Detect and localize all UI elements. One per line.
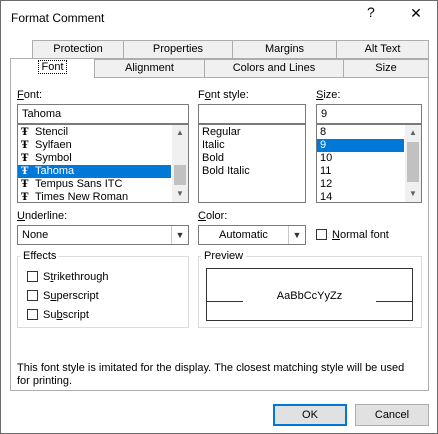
color-label: Color:	[198, 210, 228, 222]
font-style-list[interactable]: Regular Italic Bold Bold Italic	[198, 124, 306, 203]
truetype-font-icon: Ŧ	[21, 179, 29, 190]
subscript-label: Subscript	[43, 309, 89, 321]
truetype-font-icon: Ŧ	[21, 153, 29, 164]
tab-protection[interactable]: Protection	[32, 40, 124, 59]
preview-box: AaBbCcYyZz	[206, 268, 413, 321]
truetype-font-icon: Ŧ	[21, 166, 29, 177]
size-input[interactable]: 9	[316, 104, 422, 124]
preview-sample: AaBbCcYyZz	[276, 290, 343, 302]
scroll-thumb[interactable]	[407, 142, 419, 182]
tab-colors-and-lines[interactable]: Colors and Lines	[204, 59, 344, 78]
scroll-thumb[interactable]	[174, 165, 186, 185]
list-item[interactable]: Bold	[199, 152, 305, 165]
truetype-font-icon: Ŧ	[21, 140, 29, 151]
size-list[interactable]: 8 9 10 11 12 14 ▲ ▼	[316, 124, 422, 203]
underline-label: Underline:	[17, 210, 68, 222]
cancel-button[interactable]: Cancel	[355, 404, 429, 426]
chevron-down-icon: ▼	[171, 226, 188, 244]
underline-dropdown[interactable]: None ▼	[17, 225, 189, 245]
normal-font-label: Normal font	[332, 229, 389, 241]
list-item[interactable]: 9	[317, 139, 404, 152]
list-item[interactable]: Italic	[199, 139, 305, 152]
list-item[interactable]: Bold Italic	[199, 165, 305, 178]
tab-properties[interactable]: Properties	[123, 40, 233, 59]
font-note: This font style is imitated for the disp…	[17, 362, 405, 387]
list-item[interactable]: Ŧ Sylfaen	[18, 139, 188, 152]
underline-value: None	[22, 229, 49, 241]
font-list[interactable]: Ŧ Stencil Ŧ Sylfaen Ŧ Symbol Ŧ Tahoma Ŧ Tempu…	[17, 124, 189, 203]
list-item[interactable]: Ŧ Tahoma	[18, 165, 171, 178]
effects-title: Effects	[20, 250, 60, 262]
scroll-up-arrow-icon[interactable]: ▲	[172, 125, 188, 141]
truetype-font-icon: Ŧ	[21, 127, 29, 138]
window-title: Format Comment	[11, 11, 105, 25]
preview-title: Preview	[201, 250, 247, 262]
strikethrough-checkbox[interactable]	[27, 271, 38, 282]
scroll-down-arrow-icon[interactable]: ▼	[172, 186, 188, 202]
font-style-label: Font style:	[198, 89, 249, 101]
tab-alt-text[interactable]: Alt Text	[336, 40, 429, 59]
size-label: Size:	[316, 89, 341, 101]
close-button[interactable]: ✕	[401, 5, 431, 25]
list-item[interactable]: Ŧ Tempus Sans ITC	[18, 178, 188, 191]
font-label: Font:	[17, 89, 43, 101]
tab-margins[interactable]: Margins	[232, 40, 337, 59]
subscript-checkbox[interactable]	[27, 309, 38, 320]
list-item[interactable]: Ŧ Times New Roman	[18, 191, 188, 203]
tab-font[interactable]: Font	[10, 58, 95, 78]
scroll-down-arrow-icon[interactable]: ▼	[405, 186, 421, 202]
list-item[interactable]: Ŧ Symbol	[18, 152, 188, 165]
font-input[interactable]: Tahoma	[17, 104, 189, 124]
list-item[interactable]: Regular	[199, 126, 305, 139]
superscript-checkbox[interactable]	[27, 290, 38, 301]
color-value: Automatic	[219, 229, 268, 241]
tab-size[interactable]: Size	[343, 59, 429, 78]
superscript-label: Superscript	[43, 290, 99, 302]
list-item[interactable]: Ŧ Stencil	[18, 126, 188, 139]
size-list-scrollbar[interactable]: ▲ ▼	[405, 125, 421, 202]
color-dropdown[interactable]: Automatic ▼	[198, 225, 306, 245]
strikethrough-label: Strikethrough	[43, 271, 109, 283]
truetype-font-icon: Ŧ	[21, 192, 29, 203]
help-button[interactable]: ?	[367, 4, 375, 20]
ok-button[interactable]: OK	[273, 404, 347, 426]
format-comment-dialog: Format Comment ? ✕ Protection Properties…	[0, 0, 438, 434]
normal-font-checkbox[interactable]	[316, 229, 327, 240]
tab-alignment[interactable]: Alignment	[94, 59, 205, 78]
scroll-up-arrow-icon[interactable]: ▲	[405, 125, 421, 141]
font-style-input[interactable]	[198, 104, 306, 124]
chevron-down-icon: ▼	[288, 226, 305, 244]
font-list-scrollbar[interactable]: ▲ ▼	[172, 125, 188, 202]
